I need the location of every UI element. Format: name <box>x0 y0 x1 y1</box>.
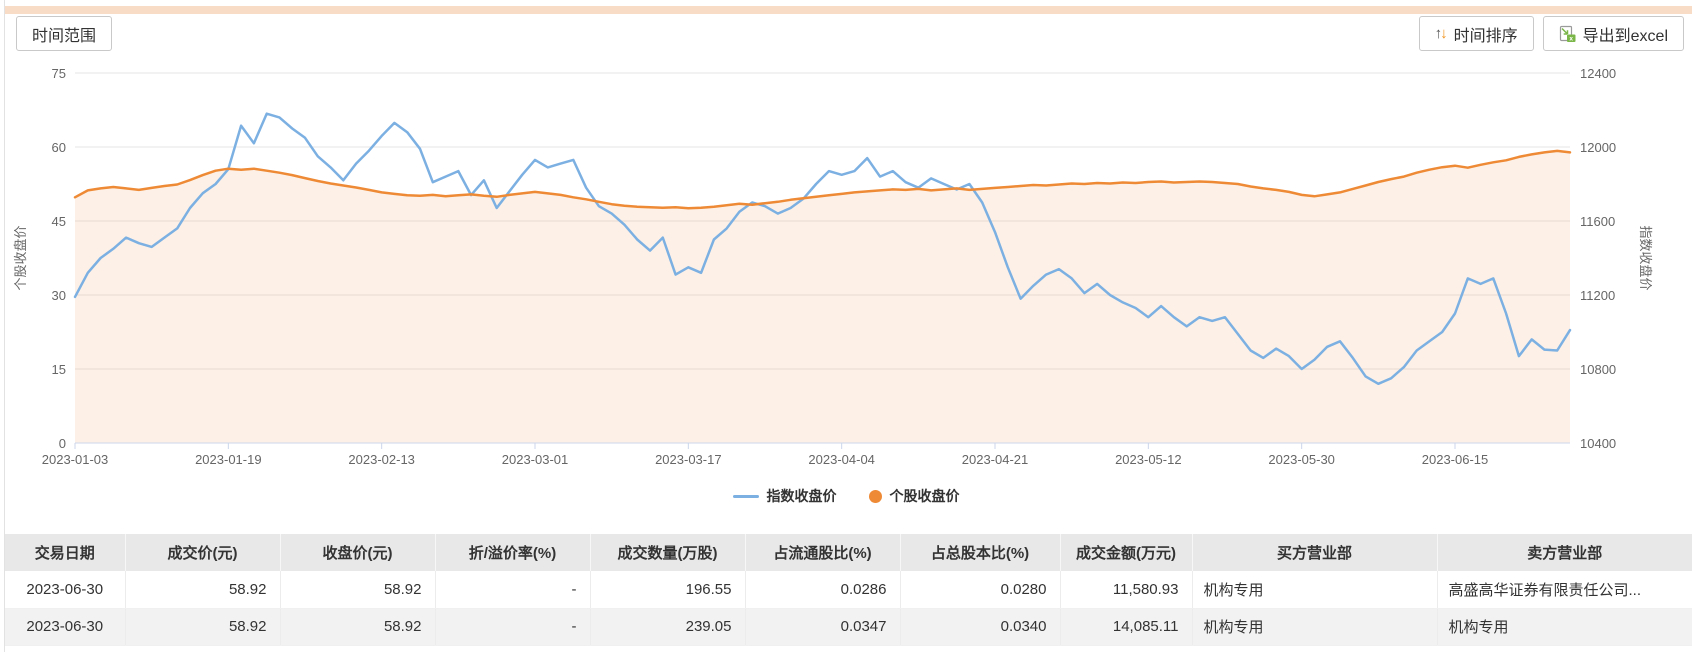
table-cell: 58.92 <box>125 571 281 609</box>
legend-item-stock[interactable]: 个股收盘价 <box>868 486 960 506</box>
right-axis-label: 10800 <box>1580 362 1616 377</box>
column-header: 收盘价(元) <box>280 534 436 571</box>
x-axis-label: 2023-04-04 <box>808 452 875 467</box>
column-header: 成交金额(万元) <box>1060 534 1193 571</box>
table-row[interactable]: 2023-06-30 58.92 58.92-196.55 0.0286 0.0280 1… <box>5 571 1692 609</box>
chart-legend: 指数收盘价 个股收盘价 <box>0 486 1692 506</box>
legend-label: 指数收盘价 <box>766 488 837 504</box>
table-row[interactable]: 2023-06-30 58.92 58.92-239.05 0.0347 0.0340 1… <box>5 608 1692 646</box>
table-cell: 58.92 <box>280 608 436 646</box>
right-axis-label: 11600 <box>1580 214 1615 229</box>
left-axis-label: 30 <box>52 288 66 303</box>
legend-line-marker <box>732 494 759 498</box>
table-cell: 机构专用 <box>1192 571 1438 609</box>
legend-circle-marker <box>868 489 882 503</box>
x-axis-label: 2023-03-17 <box>655 452 722 467</box>
table-cell: 58.92 <box>125 608 281 646</box>
table-cell: 机构专用 <box>1192 608 1438 646</box>
x-axis-label: 2023-03-01 <box>502 452 569 467</box>
column-header: 交易日期 <box>5 534 126 571</box>
column-header: 买方营业部 <box>1192 534 1438 571</box>
trade-table: 交易日期 成交价(元) 收盘价(元) 折/溢价率(%) 成交数量(万股) 占流通股比(%)… <box>5 534 1692 646</box>
table-cell: 机构专用 <box>1437 608 1692 646</box>
right-axis-label: 10400 <box>1580 436 1616 451</box>
left-axis-label: 15 <box>52 362 66 377</box>
table-cell: 2023-06-30 <box>5 608 126 646</box>
x-axis-label: 2023-02-13 <box>348 452 415 467</box>
trade-detail-page: 时间范围 ↑↓ 时间排序 x 导出到excel 2023-01-03 2023-0… <box>0 0 1692 652</box>
table-cell: 239.05 <box>590 608 746 646</box>
left-axis-label: 75 <box>52 66 66 81</box>
table-cell: 高盛高华证券有限责任公司... <box>1437 571 1692 609</box>
left-axis-label: 0 <box>59 436 66 451</box>
x-axis-label: 2023-05-12 <box>1115 452 1182 467</box>
table-cell: 0.0347 <box>745 608 901 646</box>
left-axis-title: 个股收盘价 <box>13 225 28 290</box>
x-axis-label: 2023-01-19 <box>195 452 262 467</box>
table-cell: 0.0286 <box>745 571 901 609</box>
left-axis-label: 45 <box>52 214 66 229</box>
table-cell: 11,580.93 <box>1060 571 1193 609</box>
x-axis-label: 2023-05-30 <box>1268 452 1335 467</box>
table-cell: 14,085.11 <box>1060 608 1193 646</box>
table-cell: - <box>435 608 591 646</box>
legend-label: 个股收盘价 <box>889 488 960 504</box>
right-axis-label: 11200 <box>1580 288 1615 303</box>
right-axis-label: 12400 <box>1580 66 1616 81</box>
column-header: 占流通股比(%) <box>745 534 901 571</box>
table-cell: 2023-06-30 <box>5 571 126 609</box>
x-axis-label: 2023-04-21 <box>962 452 1029 467</box>
left-axis-label: 60 <box>52 140 66 155</box>
table-cell: 0.0340 <box>900 608 1061 646</box>
table-cell: 196.55 <box>590 571 746 609</box>
column-header: 占总股本比(%) <box>900 534 1061 571</box>
right-axis-label: 12000 <box>1580 140 1616 155</box>
column-header: 成交数量(万股) <box>590 534 746 571</box>
stock-area-fill <box>75 150 1570 443</box>
column-header: 成交价(元) <box>125 534 281 571</box>
x-axis-label: 2023-01-03 <box>42 452 109 467</box>
right-axis-title: 指数收盘价 <box>1638 225 1653 290</box>
table-cell: 58.92 <box>280 571 436 609</box>
column-header: 卖方营业部 <box>1437 534 1692 571</box>
table-cell: 0.0280 <box>900 571 1061 609</box>
legend-item-index[interactable]: 指数收盘价 <box>732 486 837 506</box>
x-axis-label: 2023-06-15 <box>1422 452 1489 467</box>
column-header: 折/溢价率(%) <box>435 534 591 571</box>
table-header-row: 交易日期 成交价(元) 收盘价(元) 折/溢价率(%) 成交数量(万股) 占流通股比(%)… <box>5 534 1692 571</box>
table-cell: - <box>435 571 591 609</box>
